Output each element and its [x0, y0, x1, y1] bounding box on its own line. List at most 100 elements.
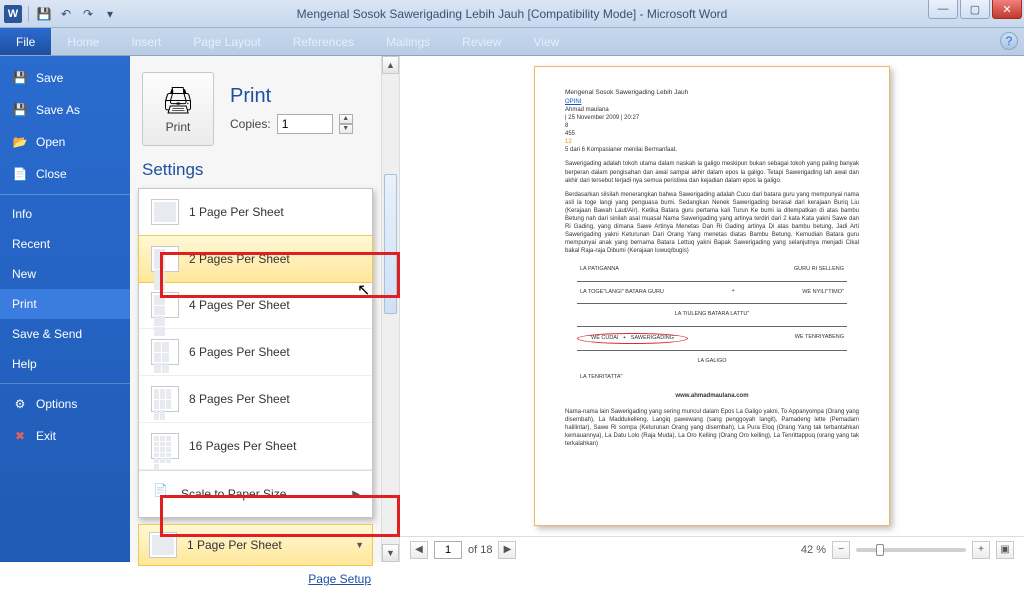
dropdown-value: 1 Page Per Sheet — [187, 538, 282, 552]
exit-icon: ✖ — [12, 428, 28, 444]
option-8-pages[interactable]: 8 Pages Per Sheet — [139, 376, 372, 423]
doc-link: OPINI — [565, 98, 859, 106]
tab-insert[interactable]: Insert — [115, 28, 177, 55]
save-icon[interactable]: 💾 — [35, 5, 53, 23]
settings-heading: Settings — [130, 156, 399, 188]
menu-open[interactable]: 📂 Open — [0, 126, 130, 158]
scroll-up-icon[interactable]: ▲ — [382, 56, 399, 74]
option-4-pages[interactable]: 4 Pages Per Sheet — [139, 282, 372, 329]
chevron-down-icon: ▼ — [355, 540, 364, 550]
word-app-icon: W — [4, 5, 22, 23]
settings-scrollbar[interactable]: ▲ ▼ — [381, 56, 399, 562]
option-scale-to-paper[interactable]: 📄Scale to Paper Size▶ — [139, 470, 372, 517]
doc-author: Ahmad maulana — [565, 106, 859, 114]
options-icon: ⚙ — [12, 396, 28, 412]
copies-input[interactable] — [277, 114, 333, 134]
print-preview-panel: Mengenal Sosok Sawerigading Lebih Jauh O… — [400, 56, 1024, 562]
menu-label: Close — [36, 167, 67, 181]
print-settings-panel: 🖨 Print Print Copies: ▲▼ Settings 1 Page… — [130, 56, 400, 562]
preview-page: Mengenal Sosok Sawerigading Lebih Jauh O… — [534, 66, 890, 526]
tab-view[interactable]: View — [518, 28, 576, 55]
undo-icon[interactable]: ↶ — [57, 5, 75, 23]
zoom-out-button[interactable]: − — [832, 541, 850, 559]
menu-label: Open — [36, 135, 65, 149]
doc-rating: 5 dari 6 Kompasianer menilai Bermanfaat. — [565, 146, 859, 154]
menu-label: New — [12, 267, 36, 281]
menu-info[interactable]: Info — [0, 199, 130, 229]
window-title: Mengenal Sosok Sawerigading Lebih Jauh [… — [297, 7, 728, 21]
menu-help[interactable]: Help — [0, 349, 130, 379]
doc-para: Berdasarkan silsilah menerangkan bahwa S… — [565, 191, 859, 256]
option-label: 1 Page Per Sheet — [189, 205, 284, 219]
menu-exit[interactable]: ✖ Exit — [0, 420, 130, 452]
zoom-label: 42 % — [801, 544, 826, 556]
menu-label: Recent — [12, 237, 50, 251]
fit-page-button[interactable]: ▣ — [996, 541, 1014, 559]
tab-review[interactable]: Review — [446, 28, 517, 55]
qat-customize-icon[interactable]: ▾ — [101, 5, 119, 23]
print-button[interactable]: 🖨 Print — [142, 72, 214, 146]
chevron-right-icon: ▶ — [352, 489, 360, 500]
tab-references[interactable]: References — [277, 28, 370, 55]
menu-label: Options — [36, 397, 77, 411]
tab-file[interactable]: File — [0, 28, 51, 55]
doc-para: Sawerigading adalah tokoh utama dalam na… — [565, 160, 859, 184]
copies-label: Copies: — [230, 117, 271, 131]
menu-recent[interactable]: Recent — [0, 229, 130, 259]
doc-para: Nama-nama lain Sawerigading yang sering … — [565, 408, 859, 448]
print-title: Print — [230, 85, 353, 108]
menu-new[interactable]: New — [0, 259, 130, 289]
doc-num: 8 — [565, 122, 859, 130]
option-label: 16 Pages Per Sheet — [189, 439, 296, 453]
menu-close[interactable]: 📄 Close — [0, 158, 130, 190]
menu-save[interactable]: 💾Save — [0, 62, 130, 94]
doc-diagram: LA PATIGANNAGURU RI SELLENG LA TOGE"LANG… — [577, 265, 847, 382]
menu-label: Info — [12, 207, 32, 221]
open-icon: 📂 — [12, 134, 28, 150]
doc-num: 455 — [565, 130, 859, 138]
doc-date: | 25 November 2009 | 20:27 — [565, 114, 859, 122]
option-6-pages[interactable]: 6 Pages Per Sheet — [139, 329, 372, 376]
doc-website: www.ahmadmaulana.com — [565, 392, 859, 400]
option-label: 8 Pages Per Sheet — [189, 392, 290, 406]
pages-per-sheet-menu: 1 Page Per Sheet 2 Pages Per Sheet 4 Pag… — [138, 188, 373, 518]
minimize-button[interactable]: — — [928, 0, 958, 19]
doc-title: Mengenal Sosok Sawerigading Lebih Jauh — [565, 89, 859, 98]
menu-save-as[interactable]: 💾Save As — [0, 94, 130, 126]
save-icon: 💾 — [12, 70, 28, 86]
close-icon: 📄 — [12, 166, 28, 182]
menu-label: Save As — [36, 103, 80, 117]
page-total-label: of 18 — [468, 544, 492, 556]
close-button[interactable]: ✕ — [992, 0, 1022, 19]
tab-mailings[interactable]: Mailings — [370, 28, 446, 55]
maximize-button[interactable]: ▢ — [960, 0, 990, 19]
menu-save-send[interactable]: Save & Send — [0, 319, 130, 349]
menu-print[interactable]: Print — [0, 289, 130, 319]
menu-options[interactable]: ⚙ Options — [0, 388, 130, 420]
option-label: 4 Pages Per Sheet — [189, 298, 290, 312]
menu-label: Help — [12, 357, 37, 371]
next-page-button[interactable]: ▶ — [498, 541, 516, 559]
scroll-thumb[interactable] — [384, 174, 397, 314]
option-1-page[interactable]: 1 Page Per Sheet — [139, 189, 372, 236]
option-16-pages[interactable]: 16 Pages Per Sheet — [139, 423, 372, 470]
zoom-slider[interactable] — [856, 548, 966, 552]
tab-page-layout[interactable]: Page Layout — [177, 28, 276, 55]
preview-footer: ◀ of 18 ▶ 42 % − + ▣ — [400, 536, 1024, 562]
redo-icon[interactable]: ↷ — [79, 5, 97, 23]
doc-num: 12 — [565, 138, 859, 146]
page-setup-link[interactable]: Page Setup — [130, 570, 399, 592]
zoom-in-button[interactable]: + — [972, 541, 990, 559]
backstage-menu: 💾Save 💾Save As 📂Open 📄Close Info Recent … — [0, 56, 130, 562]
pages-per-sheet-dropdown[interactable]: 1 Page Per Sheet ▼ — [138, 524, 373, 566]
copies-spinner[interactable]: ▲▼ — [339, 114, 353, 134]
prev-page-button[interactable]: ◀ — [410, 541, 428, 559]
option-2-pages[interactable]: 2 Pages Per Sheet — [138, 235, 373, 283]
tab-home[interactable]: Home — [51, 28, 115, 55]
page-number-input[interactable] — [434, 541, 462, 559]
menu-label: Save & Send — [12, 327, 82, 341]
help-icon[interactable]: ? — [1000, 32, 1018, 50]
menu-label: Exit — [36, 429, 56, 443]
ribbon-tabs: File Home Insert Page Layout References … — [0, 28, 1024, 56]
scroll-down-icon[interactable]: ▼ — [382, 544, 399, 562]
